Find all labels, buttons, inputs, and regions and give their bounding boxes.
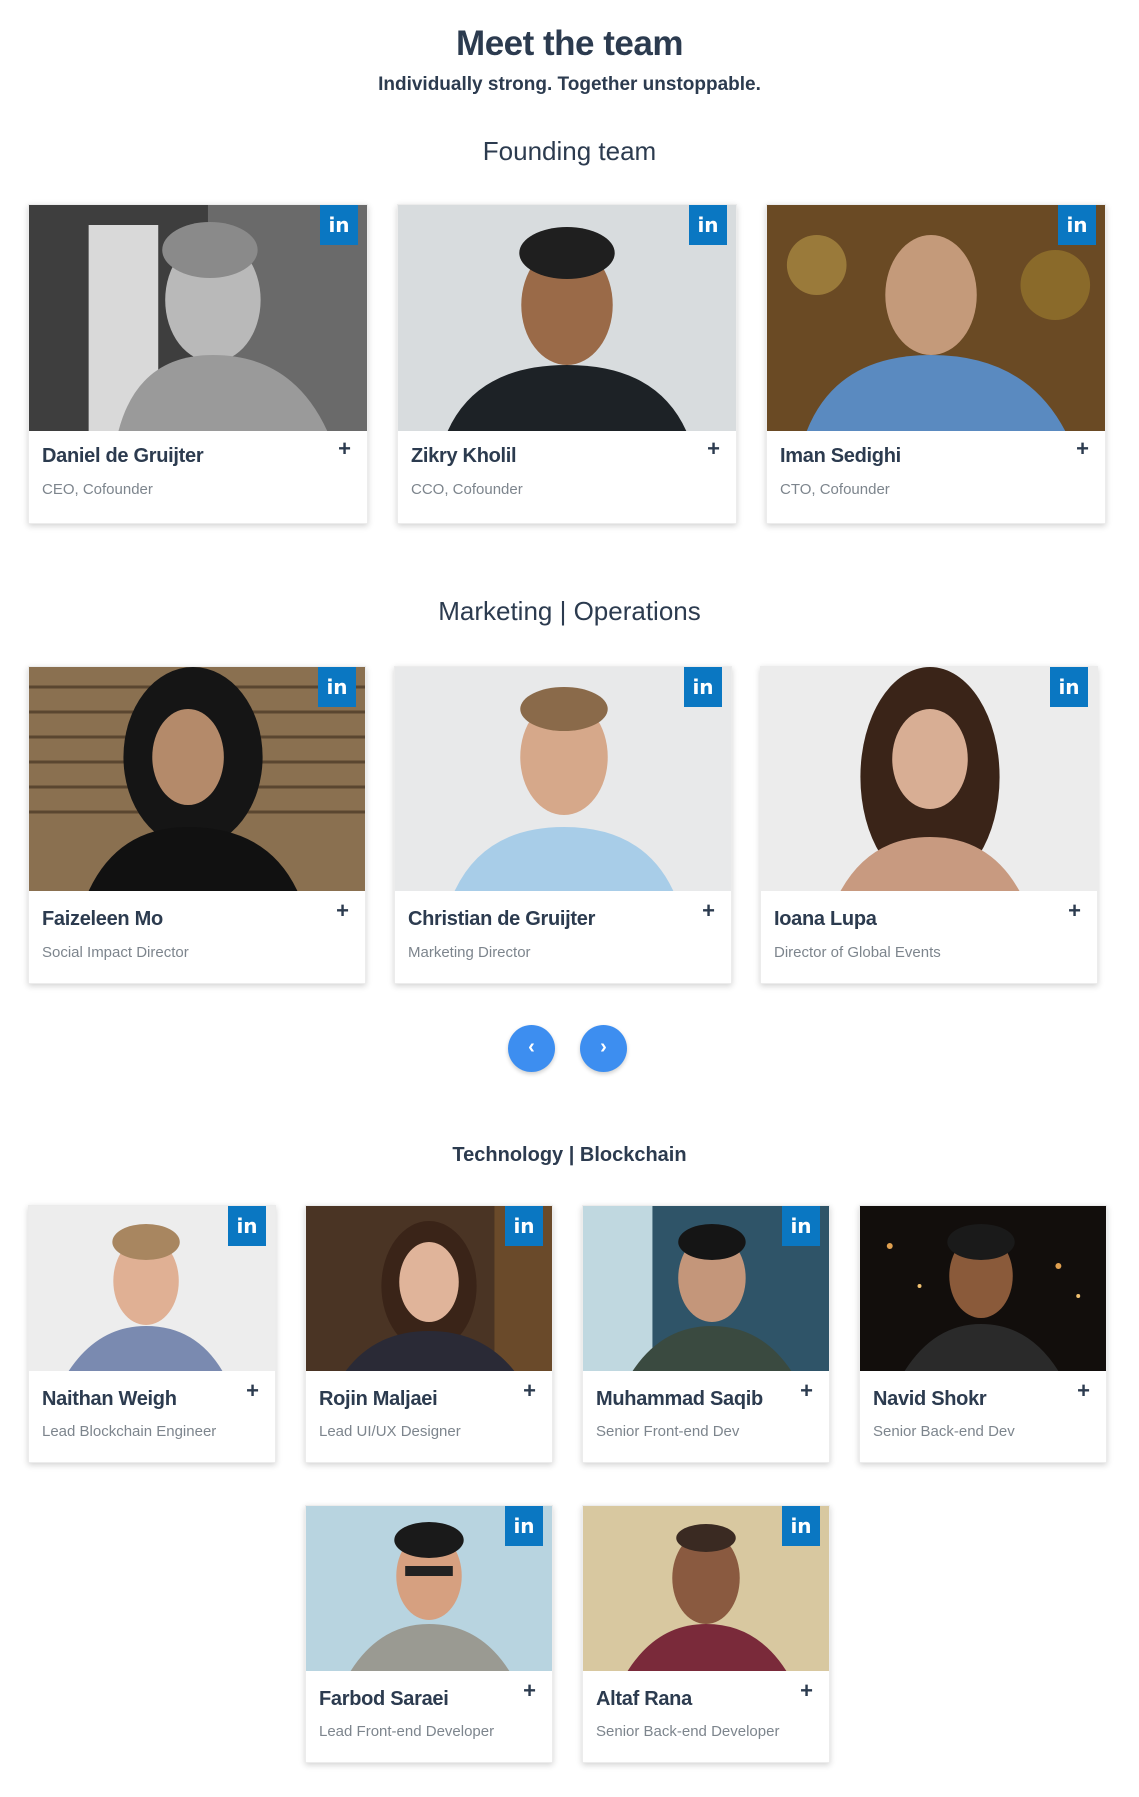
team-member-card[interactable]: in Altaf Rana Senior Back-end Developer … bbox=[582, 1505, 830, 1763]
member-role: Senior Back-end Dev bbox=[873, 1423, 1015, 1440]
linkedin-icon[interactable]: in bbox=[689, 205, 727, 245]
linkedin-icon[interactable]: in bbox=[228, 1206, 266, 1246]
expand-icon[interactable]: + bbox=[800, 1680, 813, 1702]
member-role: Director of Global Events bbox=[774, 944, 941, 961]
expand-icon[interactable]: + bbox=[338, 438, 351, 460]
member-role: Lead Front-end Developer bbox=[319, 1723, 495, 1740]
member-role: Social Impact Director bbox=[42, 944, 189, 961]
section-title-marketing: Marketing | Operations bbox=[438, 596, 701, 626]
team-member-card[interactable]: in Ioana Lupa Director of Global Events … bbox=[760, 666, 1098, 984]
team-member-card[interactable]: in Iman Sedighi CTO, Cofounder + bbox=[766, 204, 1106, 524]
expand-icon[interactable]: + bbox=[702, 900, 715, 922]
page-title: Meet the team bbox=[456, 24, 683, 63]
team-member-card[interactable]: in Rojin Maljaei Lead UI/UX Designer + bbox=[305, 1205, 553, 1463]
carousel-next-button[interactable]: › bbox=[580, 1025, 627, 1072]
expand-icon[interactable]: + bbox=[523, 1680, 536, 1702]
member-name: Daniel de Gruijter bbox=[42, 445, 204, 467]
expand-icon[interactable]: + bbox=[1077, 1380, 1090, 1402]
member-name: Faizeleen Mo bbox=[42, 908, 163, 930]
linkedin-icon[interactable]: in bbox=[1050, 667, 1088, 707]
member-photo bbox=[767, 205, 1105, 431]
linkedin-icon[interactable]: in bbox=[320, 205, 358, 245]
team-member-card[interactable]: in Naithan Weigh Lead Blockchain Enginee… bbox=[28, 1205, 276, 1463]
team-member-card[interactable]: in Muhammad Saqib Senior Front-end Dev + bbox=[582, 1205, 830, 1463]
member-role: Lead UI/UX Designer bbox=[319, 1423, 461, 1440]
team-member-card[interactable]: in Daniel de Gruijter CEO, Cofounder + bbox=[28, 204, 368, 524]
carousel-prev-button[interactable]: ‹ bbox=[508, 1025, 555, 1072]
member-name: Navid Shokr bbox=[873, 1388, 987, 1410]
member-role: Senior Front-end Dev bbox=[596, 1423, 740, 1440]
section-title-technology: Technology | Blockchain bbox=[452, 1144, 687, 1166]
member-name: Muhammad Saqib bbox=[596, 1388, 763, 1410]
member-photo bbox=[29, 667, 365, 891]
member-name: Altaf Rana bbox=[596, 1688, 692, 1710]
member-name: Farbod Saraei bbox=[319, 1688, 449, 1710]
member-name: Zikry Kholil bbox=[411, 445, 517, 467]
expand-icon[interactable]: + bbox=[246, 1380, 259, 1402]
member-role: CEO, Cofounder bbox=[42, 481, 153, 498]
section-title-founding: Founding team bbox=[482, 136, 657, 166]
member-photo bbox=[395, 667, 731, 891]
linkedin-icon[interactable]: in bbox=[684, 667, 722, 707]
expand-icon[interactable]: + bbox=[1068, 900, 1081, 922]
linkedin-icon[interactable]: in bbox=[782, 1206, 820, 1246]
member-photo bbox=[761, 667, 1097, 891]
member-role: Marketing Director bbox=[408, 944, 531, 961]
team-member-card[interactable]: Navid Shokr Senior Back-end Dev + bbox=[859, 1205, 1107, 1463]
expand-icon[interactable]: + bbox=[336, 900, 349, 922]
member-role: CTO, Cofounder bbox=[780, 481, 890, 498]
expand-icon[interactable]: + bbox=[1076, 438, 1089, 460]
linkedin-icon[interactable]: in bbox=[505, 1206, 543, 1246]
linkedin-icon[interactable]: in bbox=[505, 1506, 543, 1546]
member-name: Naithan Weigh bbox=[42, 1388, 177, 1410]
member-photo bbox=[398, 205, 736, 431]
member-name: Rojin Maljaei bbox=[319, 1388, 438, 1410]
member-name: Christian de Gruijter bbox=[408, 908, 596, 930]
member-name: Ioana Lupa bbox=[774, 908, 877, 930]
linkedin-icon[interactable]: in bbox=[782, 1506, 820, 1546]
expand-icon[interactable]: + bbox=[800, 1380, 813, 1402]
expand-icon[interactable]: + bbox=[707, 438, 720, 460]
linkedin-icon[interactable]: in bbox=[318, 667, 356, 707]
page-subtitle: Individually strong. Together unstoppabl… bbox=[378, 74, 761, 95]
member-name: Iman Sedighi bbox=[780, 445, 901, 467]
expand-icon[interactable]: + bbox=[523, 1380, 536, 1402]
member-photo bbox=[860, 1206, 1106, 1371]
member-photo bbox=[29, 205, 367, 431]
team-member-card[interactable]: in Faizeleen Mo Social Impact Director + bbox=[28, 666, 366, 984]
team-member-card[interactable]: in Christian de Gruijter Marketing Direc… bbox=[394, 666, 732, 984]
linkedin-icon[interactable]: in bbox=[1058, 205, 1096, 245]
member-role: Senior Back-end Developer bbox=[596, 1723, 780, 1740]
team-member-card[interactable]: in Zikry Kholil CCO, Cofounder + bbox=[397, 204, 737, 524]
member-role: CCO, Cofounder bbox=[411, 481, 523, 498]
team-member-card[interactable]: in Farbod Saraei Lead Front-end Develope… bbox=[305, 1505, 553, 1763]
member-role: Lead Blockchain Engineer bbox=[42, 1423, 217, 1440]
